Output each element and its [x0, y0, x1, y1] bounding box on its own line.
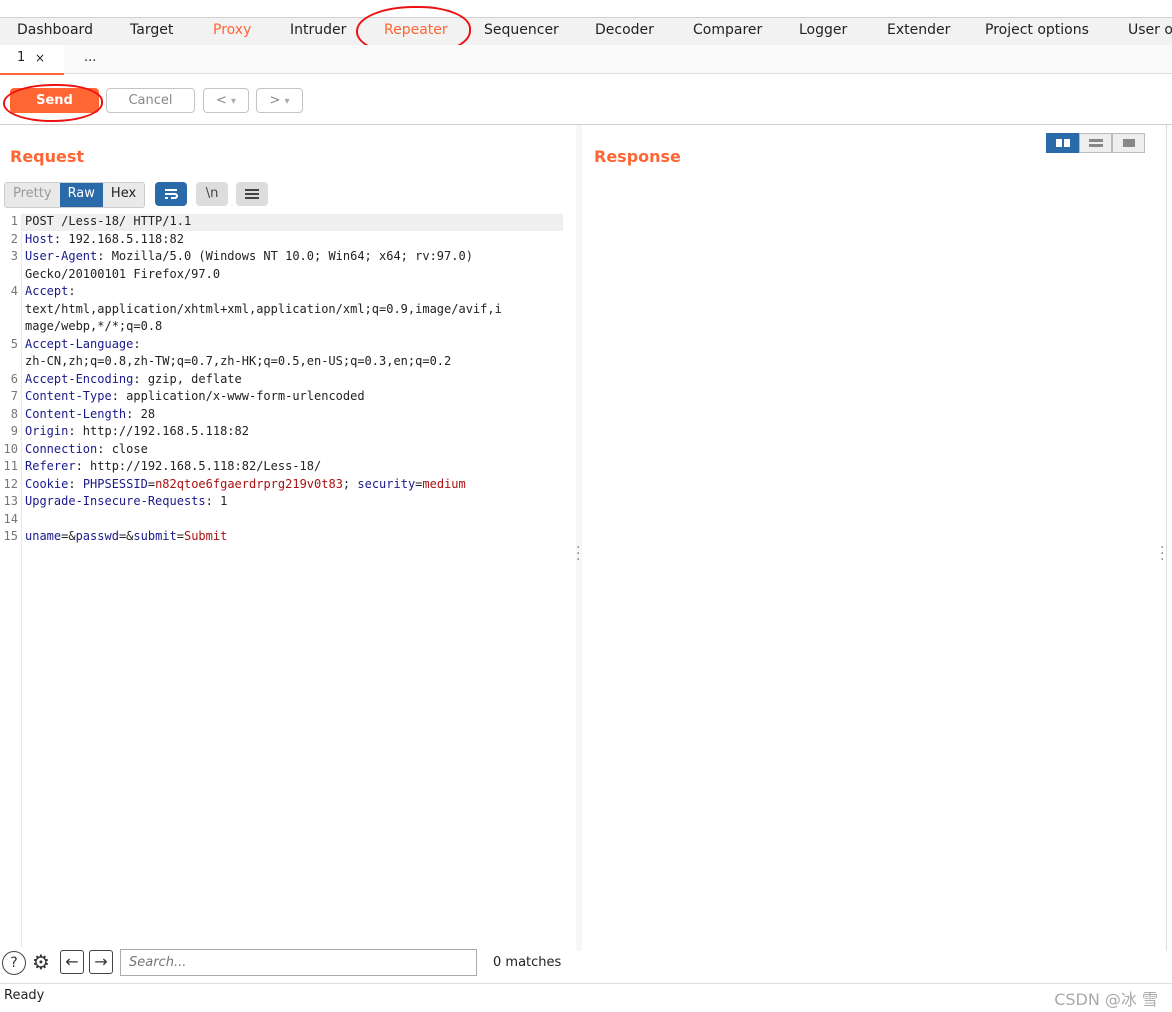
watermark: CSDN @冰 雪	[1054, 990, 1158, 1009]
single-pane-icon	[1122, 139, 1135, 147]
request-view-tabs: Pretty Raw Hex	[4, 182, 146, 208]
back-button[interactable]: < ▾	[203, 88, 249, 113]
code-line: Host: 192.168.5.118:82	[25, 231, 184, 246]
code-line: Gecko/20100101 Firefox/97.0	[25, 266, 221, 281]
newline-toggle-button[interactable]: \n	[196, 182, 228, 206]
line-number: 4	[10, 284, 18, 298]
code-line: POST /Less-18/ HTTP/1.1	[25, 214, 192, 228]
line-number: 7	[10, 389, 18, 403]
tab-project-options[interactable]: Project options	[985, 22, 1089, 38]
line-number: 6	[10, 371, 18, 386]
request-panel: Request Pretty Raw Hex \n 1 POST /Less-18…	[0, 125, 576, 947]
wrap-lines-button[interactable]	[155, 182, 187, 206]
code-line: Accept-Encoding: gzip, deflate	[25, 371, 242, 386]
menu-button[interactable]	[236, 182, 268, 206]
line-number: 10	[3, 441, 18, 456]
code-line: Accept-Language:	[25, 336, 141, 351]
line-number: 11	[3, 459, 18, 473]
repeater-tab-label: 1	[17, 50, 26, 65]
line-number: 15	[3, 529, 18, 543]
forward-button[interactable]: > ▾	[256, 88, 303, 113]
line-number: 8	[10, 406, 18, 421]
match-count: 0 matches	[493, 955, 562, 970]
code-line: Content-Length: 28	[25, 406, 156, 421]
response-title: Response	[594, 147, 681, 166]
tab-proxy[interactable]: Proxy	[213, 22, 251, 38]
tab-intruder[interactable]: Intruder	[290, 22, 346, 38]
view-raw-tab[interactable]: Raw	[59, 183, 103, 207]
code-line: Origin: http://192.168.5.118:82	[25, 424, 249, 438]
main-tab-bar: Dashboard Target Proxy Intruder Repeater…	[0, 17, 1172, 46]
chevron-down-icon[interactable]: ▾	[231, 96, 236, 107]
search-bar: ? ⚙ ← → 0 matches	[0, 947, 572, 979]
request-title: Request	[10, 147, 85, 166]
line-number-gutter-border	[21, 214, 22, 947]
chevron-down-icon[interactable]: ▾	[285, 96, 290, 107]
columns-icon	[1055, 139, 1070, 147]
repeater-tab-1[interactable]: 1 ×	[0, 45, 64, 75]
code-line: text/html,application/xhtml+xml,applicat…	[25, 301, 502, 316]
divider-handle-icon[interactable]: · · ·	[576, 541, 580, 567]
layout-switcher	[1046, 133, 1145, 153]
view-hex-tab[interactable]: Hex	[102, 183, 145, 207]
gear-icon[interactable]: ⚙	[30, 951, 52, 973]
tab-decoder[interactable]: Decoder	[595, 22, 654, 38]
help-icon[interactable]: ?	[2, 951, 26, 975]
send-annotation-circle	[3, 84, 103, 122]
code-line: Accept:	[25, 284, 76, 298]
code-line: Referer: http://192.168.5.118:82/Less-18…	[25, 459, 322, 473]
repeater-toolbar: Send Cancel < ▾ > ▾	[0, 74, 1172, 125]
layout-side-by-side-button[interactable]	[1046, 133, 1079, 153]
tab-comparer[interactable]: Comparer	[693, 22, 762, 38]
new-tab-button[interactable]: ...	[84, 45, 96, 73]
line-number: 3	[10, 249, 18, 263]
next-match-button[interactable]: →	[89, 950, 113, 974]
line-number: 12	[3, 476, 18, 491]
menu-icon	[245, 188, 259, 199]
layout-stacked-button[interactable]	[1079, 133, 1112, 153]
previous-match-button[interactable]: ←	[60, 950, 84, 974]
code-line: User-Agent: Mozilla/5.0 (Windows NT 10.0…	[25, 249, 473, 263]
search-input[interactable]	[120, 949, 477, 976]
tab-sequencer[interactable]: Sequencer	[484, 22, 559, 38]
status-bar: Ready CSDN @冰 雪	[0, 983, 1172, 1012]
line-number: 9	[10, 424, 18, 438]
code-line: Connection: close	[25, 441, 148, 456]
line-number: 14	[3, 511, 18, 526]
code-line: zh-CN,zh;q=0.8,zh-TW;q=0.7,zh-HK;q=0.5,e…	[25, 354, 452, 368]
line-number: 5	[10, 336, 18, 351]
response-panel: Response	[582, 125, 1166, 947]
chevron-left-icon: <	[215, 93, 227, 108]
cancel-button[interactable]: Cancel	[106, 88, 195, 113]
code-line: Upgrade-Insecure-Requests: 1	[25, 494, 228, 508]
tab-logger[interactable]: Logger	[799, 22, 847, 38]
view-pretty-tab[interactable]: Pretty	[5, 183, 60, 207]
code-line: uname=&passwd=&submit=Submit	[25, 529, 228, 543]
code-line: Content-Type: application/x-www-form-url…	[25, 389, 365, 403]
status-text: Ready	[4, 988, 45, 1003]
tab-dashboard[interactable]: Dashboard	[17, 22, 93, 38]
chevron-right-icon: >	[269, 93, 281, 108]
wrap-lines-icon	[165, 188, 178, 199]
line-number: 1	[10, 214, 18, 228]
line-number: 2	[10, 231, 18, 246]
tab-user-options[interactable]: User op	[1128, 22, 1172, 38]
rows-icon	[1088, 139, 1103, 147]
repeater-subtab-bar: 1 × ...	[0, 45, 1172, 75]
tab-target[interactable]: Target	[130, 22, 173, 38]
layout-tabs-button[interactable]	[1112, 133, 1145, 153]
line-number: 13	[3, 494, 18, 508]
code-line: Cookie: PHPSESSID=n82qtoe6fgaerdrprg219v…	[25, 476, 466, 491]
close-icon[interactable]: ×	[35, 45, 45, 71]
tab-extender[interactable]: Extender	[887, 22, 950, 38]
right-panel-border	[1166, 125, 1167, 951]
code-line: mage/webp,*/*;q=0.8	[25, 319, 163, 333]
